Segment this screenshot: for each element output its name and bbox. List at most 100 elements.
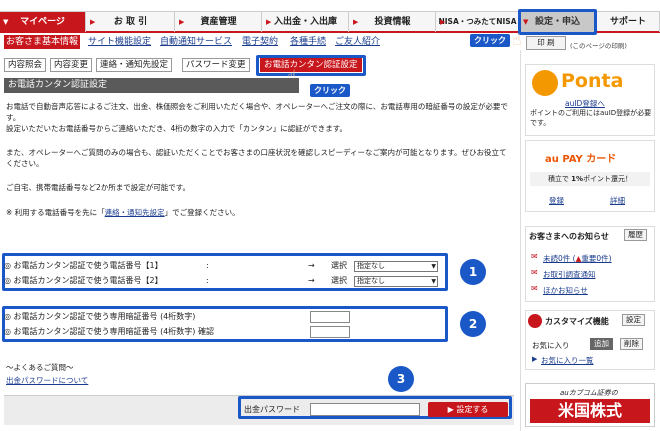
- mail-icon: ✉: [531, 268, 538, 277]
- banner-title: 米国株式: [530, 399, 650, 423]
- step-badge-3: 3: [388, 366, 414, 392]
- submit-button[interactable]: ▶ 設定する: [428, 402, 508, 417]
- delete-favorite-button[interactable]: 削除: [620, 338, 643, 350]
- nav-trade[interactable]: ▶ お 取 引: [87, 12, 175, 32]
- aupay-rate: 1%: [571, 175, 584, 183]
- nav-assets[interactable]: ▶ 資産管理: [176, 12, 262, 32]
- intro-text-2: 設定いただいたお電話番号からご連絡いただき、4桁の数字の入力で「カンタン」に認証…: [6, 124, 347, 133]
- chevron-down-icon: ▼: [431, 263, 436, 270]
- nav-label: お 取 引: [113, 17, 148, 27]
- subnav-basic-info[interactable]: お客さま基本情報: [4, 35, 81, 49]
- select-label: 選択: [331, 276, 347, 285]
- ponta-logo: Ponta: [561, 70, 624, 92]
- nav-label: 入出金・入出庫: [273, 17, 337, 27]
- nav-label: サポート: [609, 17, 646, 27]
- subnav-procedures[interactable]: 各種手続: [290, 35, 326, 49]
- history-button[interactable]: 履歴: [624, 229, 647, 241]
- ponta-note: ポイントのご利用にはauID登録が必要です。: [530, 109, 652, 127]
- phone2-row: ◎ お電話カンタン認証で使う電話番号【2】 : → 選択: [4, 275, 347, 287]
- important-text: 重要0件): [581, 254, 612, 263]
- unread-link[interactable]: 未読0件 (▲重要0件): [543, 253, 612, 264]
- nav-nisa[interactable]: ▶ NISA・つみたてNISA: [437, 12, 519, 32]
- aupay-note-post: ポイント還元！: [583, 175, 633, 183]
- note-prefix: ※ 利用する電話番号を先に「: [6, 208, 105, 217]
- aupay-note: 積立で 1%ポイント還元！: [530, 172, 650, 186]
- password-input[interactable]: [310, 403, 420, 416]
- aupay-detail-link[interactable]: 詳細: [610, 195, 625, 206]
- trade-survey-link[interactable]: お取引調査通知: [543, 269, 596, 280]
- unread-text: 未読0件 (: [543, 254, 576, 263]
- phone1-label: ◎ お電話カンタン認証で使う電話番号【1】: [4, 261, 163, 270]
- aupay-logo: au PAY カード: [545, 154, 617, 165]
- nav-mypage[interactable]: ▼ マイページ: [0, 12, 86, 32]
- registration-note: ※ 利用する電話番号を先に「連絡・通知先設定」でご登録ください。: [6, 207, 511, 218]
- nav-label: NISA・つみたてNISA: [438, 17, 517, 26]
- banner-subtitle: auカブコム証券の: [560, 389, 618, 397]
- aupay-note-pre: 積立で: [547, 175, 569, 183]
- print-label: 印 刷: [537, 38, 555, 47]
- click-callout: クリック: [470, 34, 510, 47]
- phone2-label: ◎ お電話カンタン認証で使う電話番号【2】: [4, 276, 163, 285]
- pin-input[interactable]: [310, 311, 350, 323]
- hand-cursor-icon: ☝: [512, 30, 522, 49]
- print-button[interactable]: 印 刷: [526, 36, 566, 50]
- password-label: 出金パスワード: [244, 405, 300, 414]
- print-note: (このページの印刷): [570, 42, 627, 50]
- nav-support[interactable]: サポート: [597, 12, 660, 32]
- colon: :: [206, 261, 209, 270]
- settings-highlight: [518, 9, 597, 35]
- colon: :: [206, 276, 209, 285]
- tab-change[interactable]: 内容変更: [50, 58, 93, 72]
- location-note: ご自宅、携帯電話番号など2か所まで設定が可能です。: [6, 183, 191, 192]
- select-label: 選択: [331, 261, 347, 270]
- customize-title: カスタマイズ機能: [545, 317, 609, 326]
- subnav-referral[interactable]: ご友人紹介: [335, 35, 380, 49]
- phone2-select[interactable]: 指定なし ▼: [354, 276, 438, 287]
- nav-invest-info[interactable]: ▶ 投資情報: [350, 12, 436, 32]
- submit-label: 設定する: [456, 405, 489, 414]
- favorites-list-link[interactable]: お気に入り一覧: [541, 355, 594, 366]
- mail-icon: ✉: [531, 252, 538, 261]
- aupay-register-link[interactable]: 登録: [549, 195, 564, 206]
- tab-password-change[interactable]: パスワード変更: [182, 58, 250, 72]
- tab-highlight: [256, 55, 366, 76]
- subnav-auto-notify[interactable]: 自動通知サービス: [160, 35, 232, 49]
- caret-icon: ▼: [3, 18, 9, 26]
- pin-confirm-input[interactable]: [310, 326, 350, 338]
- faq-link[interactable]: 出金パスワードについて: [6, 375, 88, 386]
- phone1-row: ◎ お電話カンタン認証で使う電話番号【1】 : → 選択: [4, 260, 347, 272]
- notice-title: お客さまへのお知らせ: [529, 232, 609, 241]
- mail-icon: ✉: [531, 284, 538, 293]
- chevron-down-icon: ▼: [431, 278, 436, 285]
- favorites-label: お気に入り: [532, 341, 570, 350]
- tab-inquiry[interactable]: 内容照会: [4, 58, 47, 72]
- arrow-icon: ▶: [532, 355, 538, 363]
- nav-deposit[interactable]: ▶ 入出金・入出庫: [263, 12, 349, 32]
- nav-label: マイページ: [20, 17, 65, 27]
- arrow-icon: ▶: [179, 18, 185, 26]
- arrow-icon: →: [308, 276, 315, 285]
- subnav-site-settings[interactable]: サイト機能設定: [88, 35, 151, 49]
- phone1-select[interactable]: 指定なし ▼: [354, 261, 438, 272]
- arrow-icon: →: [308, 261, 315, 270]
- nav-label: 資産管理: [200, 17, 237, 27]
- contact-settings-link[interactable]: 連絡・通知先設定: [105, 208, 165, 217]
- phone1-select-value: 指定なし: [357, 262, 385, 270]
- phone2-select-value: 指定なし: [357, 277, 385, 285]
- operator-note: また、オペレーターへご質問のみの場合も、認証いただくことでお客さまの口座状況を確…: [6, 148, 507, 168]
- tab-contact-settings[interactable]: 連絡・通知先設定: [96, 58, 173, 72]
- arrow-icon: ▶: [440, 18, 446, 26]
- step-badge-1: 1: [460, 259, 486, 285]
- step-badge-2: 2: [460, 311, 486, 337]
- section-title: お電話カンタン認証設定: [4, 78, 299, 93]
- add-favorite-button[interactable]: 追加: [590, 338, 613, 350]
- click-callout: クリック: [310, 84, 350, 97]
- other-notices-link[interactable]: ほかお知らせ: [543, 285, 588, 296]
- customize-setting-button[interactable]: 設定: [622, 314, 645, 326]
- arrow-icon: ▶: [90, 18, 96, 26]
- subnav-e-contract[interactable]: 電子契約: [242, 35, 278, 49]
- pin-label: ◎ お電話カンタン認証で使う専用暗証番号 (4桁数字): [4, 312, 196, 321]
- nav-label: 投資情報: [374, 17, 411, 27]
- arrow-icon: ▶: [266, 18, 272, 26]
- gear-icon: [528, 314, 542, 328]
